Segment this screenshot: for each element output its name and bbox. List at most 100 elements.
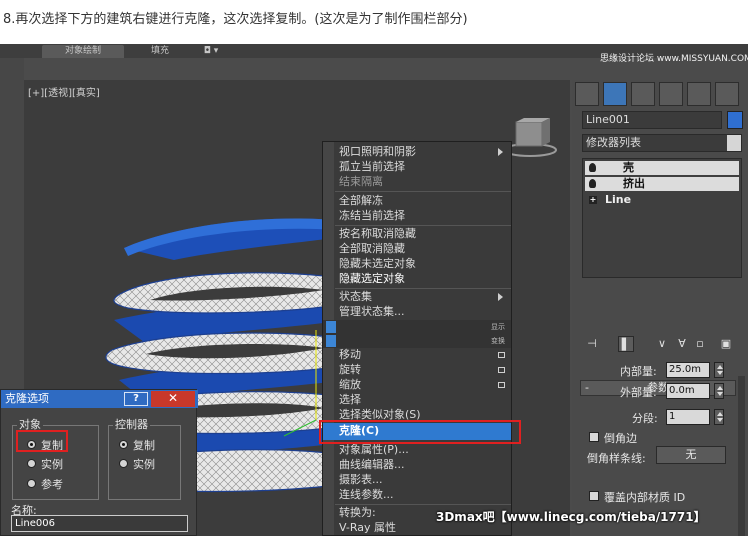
radio-controller-instance-label[interactable]: 实例 (133, 456, 155, 472)
menu-item-unhide-all[interactable]: 全部取消隐藏 (339, 242, 405, 256)
quad-label-transform: 变换 (491, 337, 505, 345)
article-caption: 8.再次选择下方的建筑右键进行克隆，这次选择复制。(这次是为了制作围栏部分) (3, 12, 468, 27)
modifier-list-label: 修改器列表 (586, 136, 641, 149)
parameters-rollout-header[interactable]: - 参数 (580, 380, 736, 396)
modify-tab-icon[interactable] (603, 82, 627, 106)
stack-item-line[interactable]: + Line (585, 193, 739, 207)
settings-box-icon[interactable] (498, 367, 505, 373)
modifier-stack: 壳 挤出 + Line (582, 158, 742, 278)
menu-item-rotate[interactable]: 旋转 (339, 363, 361, 377)
submenu-arrow-icon (498, 148, 503, 156)
spinner-arrows-icon[interactable] (714, 409, 724, 425)
radio-reference[interactable] (27, 479, 36, 488)
tab-fill[interactable]: 填充 (140, 45, 180, 58)
menu-item-manage-state-sets[interactable]: 管理状态集... (339, 305, 405, 319)
stack-item-shell[interactable]: 壳 (585, 161, 739, 175)
object-name-field[interactable]: Line001 (582, 111, 722, 129)
bevel-edges-label: 倒角边 (604, 432, 637, 445)
settings-box-icon[interactable] (498, 382, 505, 388)
clone-name-input[interactable]: Line006 (11, 515, 188, 532)
menu-item-isolate[interactable]: 孤立当前选择 (339, 160, 405, 174)
bevel-spline-button[interactable]: 无 (656, 446, 726, 464)
radio-controller-instance[interactable] (119, 459, 128, 468)
stack-item-extrude[interactable]: 挤出 (585, 177, 739, 191)
quad-marker (326, 335, 336, 347)
menu-separator (335, 225, 511, 226)
menu-item-end-isolate[interactable]: 结束隔离 (339, 175, 383, 189)
watermark-top: 思缘设计论坛 www.MISSYUAN.COM (600, 54, 748, 64)
remove-modifier-icon[interactable]: ∀ (674, 336, 690, 352)
inner-amount-spinner[interactable]: 25.0m (666, 362, 710, 378)
override-material-checkbox[interactable] (589, 491, 599, 501)
spinner-arrows-icon[interactable] (714, 383, 724, 399)
menu-item-state-sets[interactable]: 状态集 (339, 290, 372, 304)
menu-item-vray-properties[interactable]: V-Ray 属性 (339, 521, 396, 535)
submenu-arrow-icon (498, 293, 503, 301)
radio-reference-label[interactable]: 参考 (41, 476, 63, 492)
settings-box-icon[interactable] (498, 352, 505, 358)
modifier-list-dropdown[interactable]: 修改器列表 (582, 134, 742, 152)
delete-icon[interactable]: ▫ (692, 336, 708, 352)
quad-header-display: 显示 (323, 320, 511, 334)
menu-item-unhide-by-name[interactable]: 按名称取消隐藏 (339, 227, 416, 241)
menu-separator (335, 504, 511, 505)
controller-group-title: 控制器 (113, 418, 150, 431)
lightbulb-icon[interactable] (589, 179, 596, 188)
segments-spinner[interactable]: 1 (666, 409, 710, 425)
menu-item-scale[interactable]: 缩放 (339, 378, 361, 392)
help-button[interactable]: ? (124, 392, 148, 406)
lightbulb-icon[interactable] (589, 163, 596, 172)
create-tab-icon[interactable] (575, 82, 599, 106)
bevel-spline-label: 倒角样条线: (587, 452, 646, 465)
spinner-arrows-icon[interactable] (714, 362, 724, 378)
radio-controller-copy-label[interactable]: 复制 (133, 437, 155, 453)
menu-separator (335, 288, 511, 289)
quad-marker (326, 321, 336, 333)
menu-item-dope-sheet[interactable]: 摄影表... (339, 473, 383, 487)
hierarchy-tab-icon[interactable] (631, 82, 655, 106)
menu-item-unfreeze-all[interactable]: 全部解冻 (339, 194, 383, 208)
viewport-label[interactable]: [+][透视][真实] (28, 84, 100, 99)
bevel-edges-checkbox[interactable] (589, 432, 599, 442)
inner-amount-label: 内部量: (620, 365, 657, 378)
stack-item-label: Line (605, 193, 632, 206)
radio-controller-copy[interactable] (119, 440, 128, 449)
menu-item-wire-parameters[interactable]: 连线参数... (339, 488, 394, 502)
stack-item-label: 壳 (623, 161, 634, 174)
rollout-title: 参数 (647, 381, 669, 394)
watermark-bottom: 3Dmax吧【www.linecg.com/tieba/1771】 (436, 510, 706, 524)
pin-stack-icon[interactable]: ⊣ (584, 336, 600, 352)
menu-item-hide-selected[interactable]: 隐藏选定对象 (339, 272, 405, 286)
viewport-context-menu: 视口照明和阴影 孤立当前选择 结束隔离 全部解冻 冻结当前选择 按名称取消隐藏 … (322, 141, 512, 536)
menu-item-freeze[interactable]: 冻结当前选择 (339, 209, 405, 223)
utilities-tab-icon[interactable] (715, 82, 739, 106)
expand-icon[interactable]: + (589, 196, 597, 204)
radio-instance-label[interactable]: 实例 (41, 456, 63, 472)
make-unique-icon[interactable]: ∨ (654, 336, 670, 352)
close-button[interactable]: ✕ (151, 391, 195, 407)
menu-item-lighting[interactable]: 视口照明和阴影 (339, 145, 416, 159)
clone-highlight-box (319, 420, 521, 444)
menu-item-convert-to[interactable]: 转换为: (339, 506, 376, 520)
menu-item-move[interactable]: 移动 (339, 348, 361, 362)
display-tab-icon[interactable] (687, 82, 711, 106)
segments-label: 分段: (632, 412, 658, 425)
tab-extra[interactable]: ◘ ▾ (196, 45, 226, 58)
menu-item-hide-unselected[interactable]: 隐藏未选定对象 (339, 257, 416, 271)
command-panel: Line001 修改器列表 壳 挤出 + Line ⊣ ▌ ∨ ∀ ▫ ▣ - … (572, 80, 748, 536)
configure-sets-icon[interactable]: ▣ (718, 336, 734, 352)
object-color-swatch[interactable] (727, 111, 743, 129)
menu-item-object-properties[interactable]: 对象属性(P)... (339, 443, 409, 457)
menu-item-select[interactable]: 选择 (339, 393, 361, 407)
outer-amount-spinner[interactable]: 0.0m (666, 383, 710, 399)
tab-object-paint[interactable]: 对象绘制 (42, 45, 124, 58)
menu-item-curve-editor[interactable]: 曲线编辑器... (339, 458, 405, 472)
chevron-down-icon (727, 135, 741, 151)
motion-tab-icon[interactable] (659, 82, 683, 106)
override-material-label: 覆盖内部材质 ID (604, 491, 686, 504)
show-end-result-icon[interactable]: ▌ (618, 336, 634, 352)
panel-scrollbar[interactable] (738, 376, 745, 536)
quad-label-display: 显示 (491, 323, 505, 331)
radio-instance[interactable] (27, 459, 36, 468)
quad-header-transform: 变换 (323, 334, 511, 348)
